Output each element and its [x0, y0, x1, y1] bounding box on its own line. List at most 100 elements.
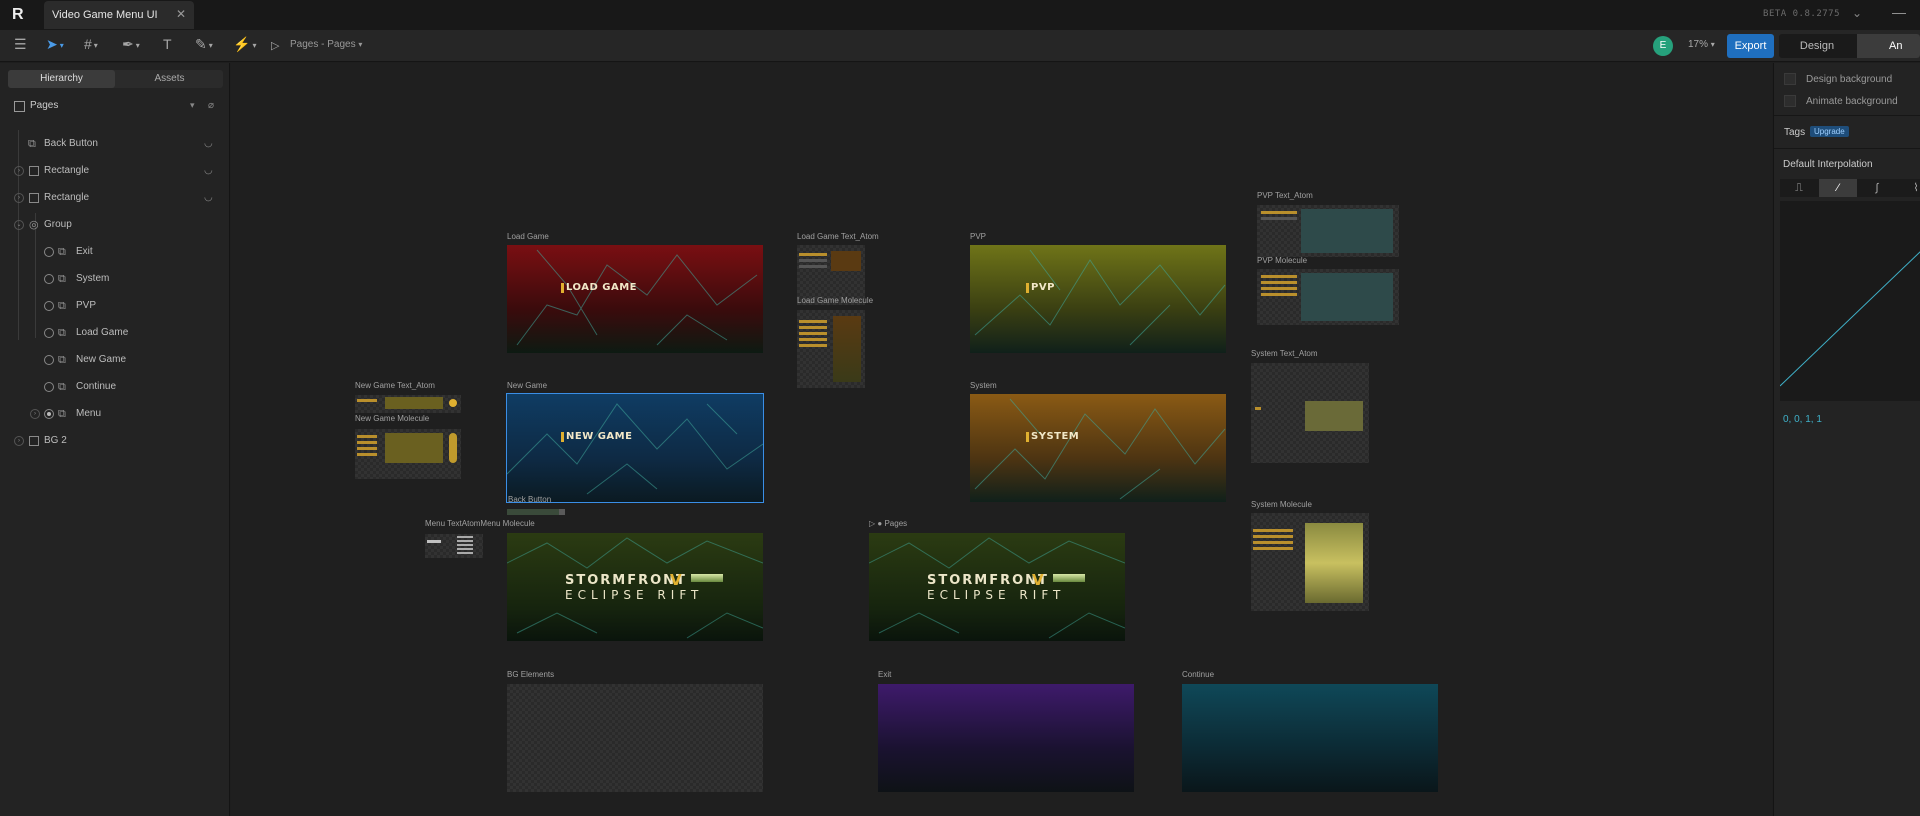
tab-assets[interactable]: Assets	[116, 70, 223, 88]
avatar[interactable]: E	[1653, 36, 1673, 56]
system-frame[interactable]: SYSTEM	[970, 394, 1226, 502]
menu-icon[interactable]: ☰	[14, 36, 27, 56]
app-logo[interactable]: R	[12, 6, 32, 24]
ease-icon[interactable]: ∫	[1858, 179, 1896, 197]
frame-label[interactable]: PVP Molecule	[1257, 256, 1307, 265]
layer-row[interactable]: ⧉ System	[0, 268, 229, 290]
lightning-icon[interactable]: ⚡ ▾	[233, 36, 256, 56]
ease-in-out-icon[interactable]: ⌇	[1897, 179, 1920, 197]
export-button[interactable]: Export	[1727, 34, 1774, 58]
frame-label[interactable]: Menu TextAtomMenu Molecule	[425, 519, 535, 528]
menu-frame[interactable]: STORMFRONT V ECLIPSE RIFT	[507, 533, 763, 641]
tab-design[interactable]: Design	[1779, 34, 1855, 58]
curve-values[interactable]: 0, 0, 1, 1	[1783, 414, 1822, 425]
tab-animate[interactable]: An	[1857, 34, 1920, 58]
frame-icon[interactable]: # ▾	[84, 36, 98, 56]
frame-label[interactable]: New Game	[507, 381, 547, 390]
layer-row[interactable]: ⧉ Continue	[0, 376, 229, 398]
frame-label[interactable]: Load Game Text_Atom	[797, 232, 879, 241]
menu-bar	[357, 399, 377, 402]
layer-row[interactable]: ⧉ New Game	[0, 349, 229, 371]
frame-label[interactable]: Load Game	[507, 232, 549, 241]
new-game-text-atom-frame[interactable]	[355, 395, 461, 413]
bg-elements-frame[interactable]	[507, 684, 763, 792]
layer-row[interactable]: › Rectangle ◡	[0, 187, 229, 209]
frame-label[interactable]: Back Button	[508, 495, 551, 504]
frame-label[interactable]: PVP Text_Atom	[1257, 191, 1313, 200]
system-text-atom-frame[interactable]	[1251, 363, 1369, 463]
system-molecule-frame[interactable]	[1251, 513, 1369, 611]
pointer-icon[interactable]: ➤ ▾	[46, 36, 64, 56]
tag-icon[interactable]: ⌀	[208, 100, 214, 111]
layer-row[interactable]: › ⧉ Menu	[0, 403, 229, 425]
chevron-down-icon[interactable]: ▾	[190, 100, 195, 111]
visibility-toggle[interactable]	[44, 409, 54, 419]
eye-closed-icon[interactable]: ◡	[204, 165, 213, 176]
layer-row[interactable]: ⧉ Back Button ◡	[0, 133, 229, 155]
tab-hierarchy[interactable]: Hierarchy	[8, 70, 115, 88]
visibility-toggle[interactable]	[44, 382, 54, 392]
expand-icon[interactable]: ›	[14, 166, 24, 176]
back-button-frame[interactable]	[507, 509, 565, 515]
load-game-molecule-frame[interactable]	[797, 310, 865, 388]
accent-bar	[1026, 283, 1029, 293]
document-tab-label: Video Game Menu UI	[52, 9, 158, 21]
design-canvas[interactable]: Load Game LOAD GAME Load Game Text_Atom …	[231, 63, 1772, 816]
frame-label[interactable]: PVP	[970, 232, 986, 241]
layer-row[interactable]: ⧉ Load Game	[0, 322, 229, 344]
layer-row[interactable]: ⧉ Exit	[0, 241, 229, 263]
expand-icon[interactable]: ›	[14, 436, 24, 446]
brush-icon[interactable]: ✎ ▾	[195, 36, 213, 56]
frame-label[interactable]: New Game Text_Atom	[355, 381, 435, 390]
visibility-toggle[interactable]	[44, 301, 54, 311]
frame-label[interactable]: BG Elements	[507, 670, 554, 679]
pvp-molecule-frame[interactable]	[1257, 269, 1399, 325]
layer-row[interactable]: ⧉ PVP	[0, 295, 229, 317]
frame-label[interactable]: System Molecule	[1251, 500, 1312, 509]
frame-label[interactable]: System Text_Atom	[1251, 349, 1318, 358]
frame-label[interactable]: Continue	[1182, 670, 1214, 679]
animate-background-checkbox[interactable]	[1784, 95, 1796, 107]
frame-label[interactable]: System	[970, 381, 997, 390]
pvp-text-atom-frame[interactable]	[1257, 205, 1399, 257]
chevron-down-icon[interactable]: ⌄	[1852, 6, 1862, 20]
curve-editor[interactable]	[1779, 201, 1920, 401]
step-icon[interactable]: ⎍	[1780, 179, 1818, 197]
breadcrumb[interactable]: Pages - Pages ▾	[290, 39, 362, 50]
frame-label[interactable]: Load Game Molecule	[797, 296, 873, 305]
upgrade-badge[interactable]: Upgrade	[1810, 126, 1849, 137]
close-tab-icon[interactable]: ✕	[176, 7, 186, 21]
continue-frame[interactable]	[1182, 684, 1438, 792]
eye-closed-icon[interactable]: ◡	[204, 192, 213, 203]
minimize-icon[interactable]: —	[1892, 4, 1906, 20]
visibility-toggle[interactable]	[44, 274, 54, 284]
new-game-frame[interactable]: NEW GAME	[506, 393, 764, 503]
linear-icon[interactable]: ⁄	[1819, 179, 1857, 197]
zoom-control[interactable]: 17% ▾	[1688, 39, 1715, 50]
document-tab[interactable]: Video Game Menu UI ✕	[44, 1, 194, 29]
layer-row[interactable]: › BG 2	[0, 430, 229, 452]
new-game-molecule-frame[interactable]	[355, 429, 461, 479]
expand-icon[interactable]: ›	[30, 409, 40, 419]
collapse-icon[interactable]: ⌄	[14, 220, 24, 230]
load-game-frame[interactable]: LOAD GAME	[507, 245, 763, 353]
pen-icon[interactable]: ✒ ▾	[122, 36, 140, 56]
layer-row[interactable]: › Rectangle ◡	[0, 160, 229, 182]
layer-row[interactable]: ⌄ ◎ Group	[0, 214, 229, 236]
visibility-toggle[interactable]	[44, 328, 54, 338]
visibility-toggle[interactable]	[44, 355, 54, 365]
eye-closed-icon[interactable]: ◡	[204, 138, 213, 149]
exit-frame[interactable]	[878, 684, 1134, 792]
text-icon[interactable]: T	[163, 36, 172, 56]
menu-text-atom-frame[interactable]	[425, 534, 483, 558]
design-background-checkbox[interactable]	[1784, 73, 1796, 85]
pvp-frame[interactable]: PVP	[970, 245, 1226, 353]
pages-frame[interactable]: STORMFRONT V ECLIPSE RIFT	[869, 533, 1125, 641]
expand-icon[interactable]: ›	[14, 193, 24, 203]
frame-label[interactable]: ▷ ● Pages	[869, 519, 907, 528]
play-icon[interactable]: ▷	[271, 39, 279, 59]
pages-selector[interactable]: Pages ▾ ⌀	[12, 100, 222, 116]
visibility-toggle[interactable]	[44, 247, 54, 257]
frame-label[interactable]: New Game Molecule	[355, 414, 429, 423]
frame-label[interactable]: Exit	[878, 670, 891, 679]
